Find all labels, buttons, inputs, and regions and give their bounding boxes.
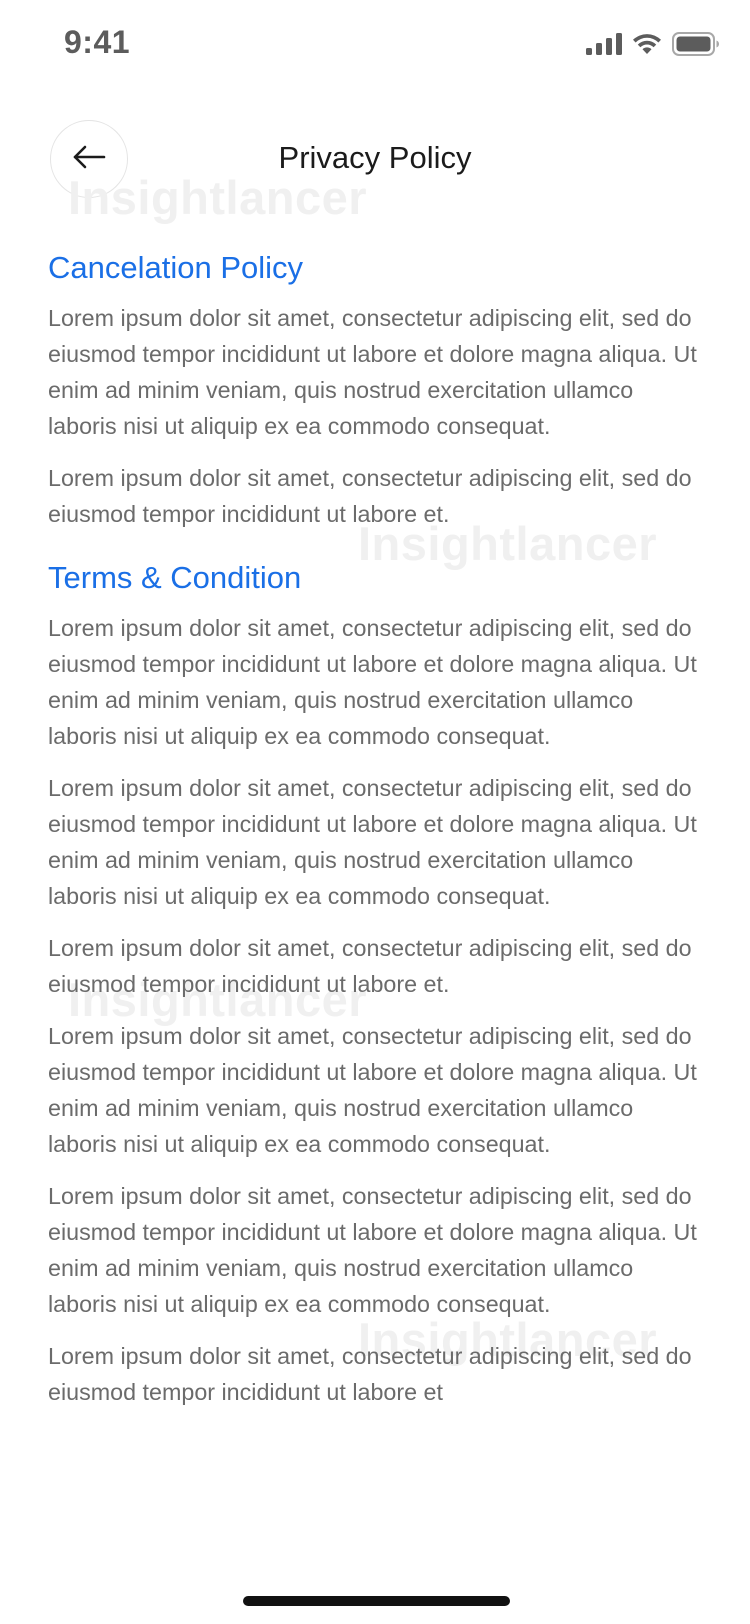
paragraph: Lorem ipsum dolor sit amet, consectetur … xyxy=(48,1343,692,1405)
paragraph: Lorem ipsum dolor sit amet, consectetur … xyxy=(48,1183,697,1317)
paragraph: Lorem ipsum dolor sit amet, consectetur … xyxy=(48,615,697,749)
paragraph: Lorem ipsum dolor sit amet, consectetur … xyxy=(48,1023,697,1157)
paragraph: Lorem ipsum dolor sit amet, consectetur … xyxy=(48,775,697,909)
header: Privacy Policy xyxy=(0,120,750,200)
paragraph: Lorem ipsum dolor sit amet, consectetur … xyxy=(48,465,692,527)
paragraph: Lorem ipsum dolor sit amet, consectetur … xyxy=(48,305,697,439)
section-title-terms: Terms & Condition xyxy=(48,560,302,595)
paragraph: Lorem ipsum dolor sit amet, consectetur … xyxy=(48,935,692,997)
status-bar: 9:41 xyxy=(0,0,750,90)
status-icons xyxy=(586,32,720,61)
section-title-cancelation: Cancelation Policy xyxy=(48,250,304,285)
status-time: 9:41 xyxy=(64,24,131,60)
signal-icon xyxy=(586,33,622,60)
page-title: Privacy Policy xyxy=(278,140,472,175)
policy-content[interactable]: Cancelation Policy Lorem ipsum dolor sit… xyxy=(48,250,698,1576)
battery-icon xyxy=(672,32,720,61)
home-indicator[interactable] xyxy=(243,1596,510,1606)
wifi-icon xyxy=(632,33,662,60)
